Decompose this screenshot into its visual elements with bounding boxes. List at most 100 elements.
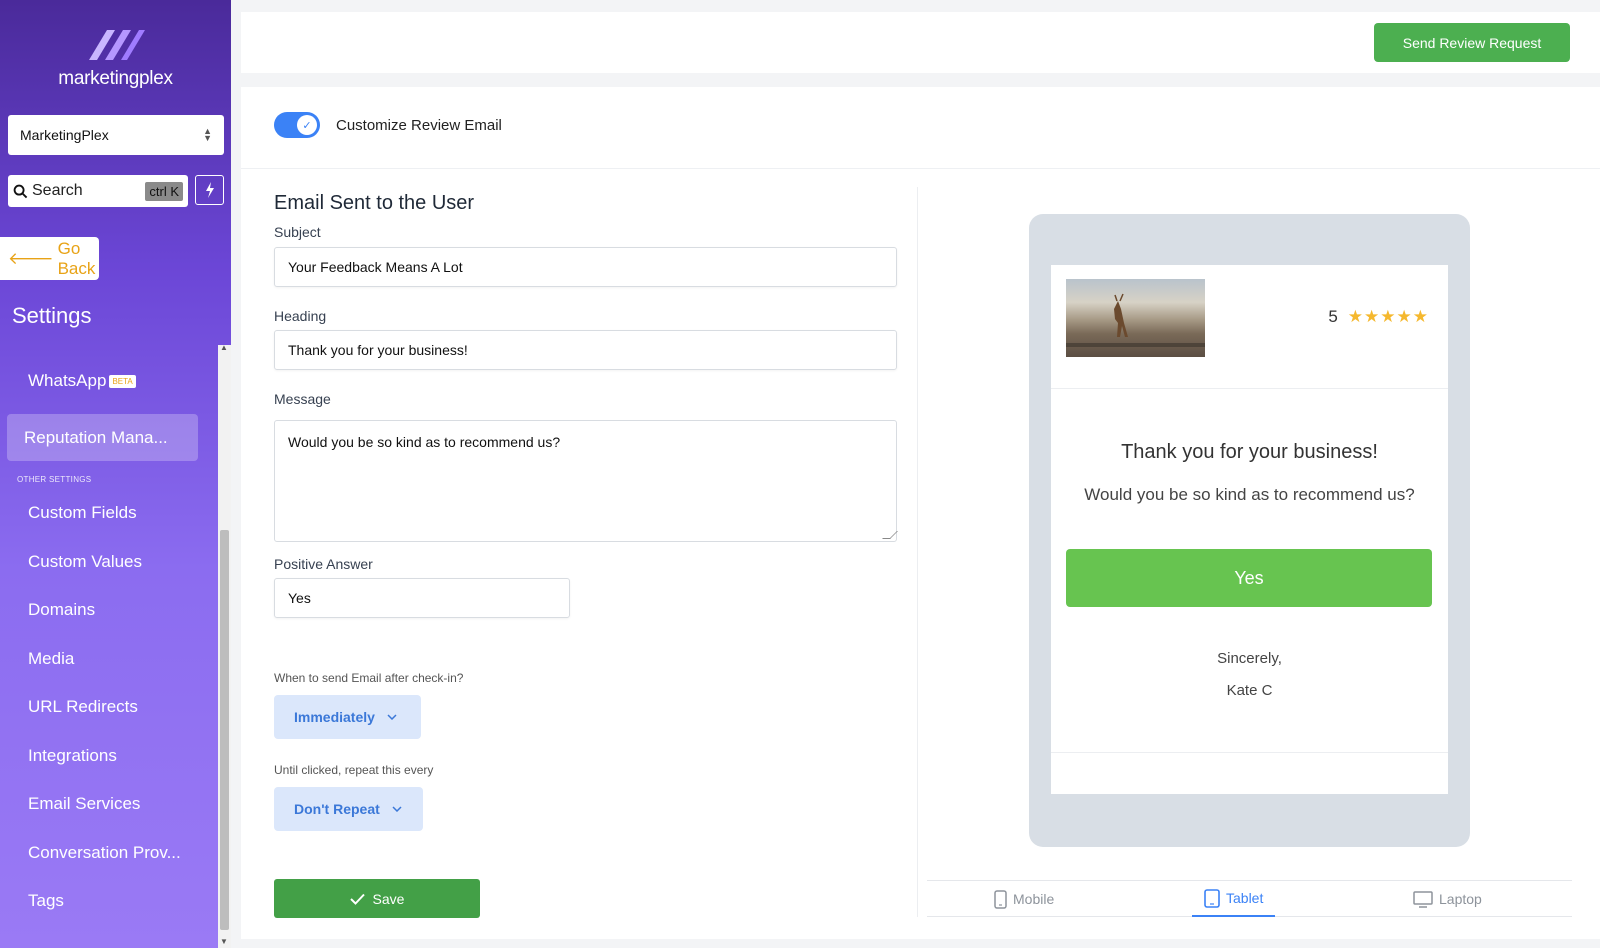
sidebar-item-custom-values[interactable]: Custom Values bbox=[28, 552, 142, 572]
settings-title: Settings bbox=[12, 303, 92, 328]
sidebar-item-whatsapp[interactable]: WhatsApp BETA bbox=[28, 371, 136, 391]
repeat-value: Don't Repeat bbox=[294, 801, 380, 817]
tab-mobile[interactable]: Mobile bbox=[994, 881, 1054, 917]
message-textarea[interactable]: Would you be so kind as to recommend us? bbox=[274, 420, 898, 542]
sidebar-item-label: Email Services bbox=[28, 794, 141, 813]
preview-message: Would you be so kind as to recommend us? bbox=[1084, 485, 1415, 504]
settings-nav: WhatsApp BETA Reputation Mana... OTHER SE… bbox=[0, 345, 218, 948]
select-arrows-icon: ▲ ▼ bbox=[203, 126, 212, 143]
tab-label: Mobile bbox=[1013, 891, 1055, 907]
other-settings-header: OTHER SETTINGS bbox=[17, 475, 92, 484]
check-icon: ✓ bbox=[297, 115, 317, 135]
email-preview: 5 ★★★★★ Thank you for your business! Wou… bbox=[1051, 265, 1448, 794]
sidebar-item-label: Reputation Mana... bbox=[24, 427, 168, 447]
star-icons: ★★★★★ bbox=[1347, 307, 1429, 326]
review-email-card: ✓ Customize Review Email Email Sent to t… bbox=[241, 87, 1600, 939]
sidebar-item-url-redirects[interactable]: URL Redirects bbox=[28, 697, 138, 717]
sidebar-item-integrations[interactable]: Integrations bbox=[28, 746, 117, 766]
when-value: Immediately bbox=[294, 709, 375, 725]
check-icon bbox=[349, 893, 365, 905]
go-back-label: Go Back bbox=[57, 238, 96, 278]
sidebar-item-label: WhatsApp bbox=[28, 371, 107, 390]
preview-sign-off: Sincerely, bbox=[1217, 650, 1282, 667]
sidebar-item-label: Custom Values bbox=[28, 552, 143, 571]
preview-divider bbox=[1051, 752, 1448, 753]
subject-input[interactable]: Your Feedback Means A Lot bbox=[274, 247, 897, 287]
customize-toggle[interactable]: ✓ bbox=[274, 112, 320, 138]
repeat-dropdown[interactable]: Don't Repeat bbox=[274, 787, 423, 831]
chevron-down-icon bbox=[392, 806, 402, 812]
when-label: When to send Email after check-in? bbox=[274, 671, 464, 685]
sidebar-item-label: Custom Fields bbox=[28, 503, 137, 522]
tablet-icon bbox=[1204, 888, 1220, 908]
preview-divider bbox=[1051, 388, 1448, 389]
quick-action-button[interactable] bbox=[195, 175, 224, 205]
resize-grip-icon[interactable] bbox=[882, 531, 898, 539]
when-dropdown[interactable]: Immediately bbox=[274, 695, 421, 739]
sidebar-item-custom-fields[interactable]: Custom Fields bbox=[28, 503, 137, 523]
location-select[interactable]: MarketingPlex ▲ ▼ bbox=[8, 115, 224, 155]
tab-laptop[interactable]: Laptop bbox=[1413, 881, 1482, 917]
device-tabs: Mobile Tablet Laptop bbox=[927, 880, 1572, 917]
logo-mark-icon bbox=[88, 30, 145, 60]
business-photo bbox=[1066, 279, 1205, 357]
section-title: Email Sent to the User bbox=[274, 192, 475, 214]
panel-divider bbox=[917, 187, 918, 917]
tab-label: Tablet bbox=[1226, 890, 1264, 906]
positive-answer-value: Yes bbox=[288, 590, 311, 606]
lightning-icon bbox=[205, 182, 214, 198]
sidebar-scrollbar[interactable]: ▲ ▼ bbox=[218, 343, 231, 948]
positive-answer-label: Positive Answer bbox=[274, 556, 373, 572]
positive-answer-input[interactable]: Yes bbox=[274, 578, 570, 618]
message-label: Message bbox=[274, 391, 331, 407]
sidebar-item-tags[interactable]: Tags bbox=[28, 891, 64, 911]
sidebar-item-email-services[interactable]: Email Services bbox=[28, 794, 140, 814]
scroll-down-icon[interactable]: ▼ bbox=[220, 937, 228, 946]
mobile-icon bbox=[994, 889, 1007, 909]
rating-display: 5 ★★★★★ bbox=[1328, 307, 1429, 327]
brand-name: marketingplex bbox=[58, 68, 173, 89]
sidebar-item-reputation-management[interactable]: Reputation Mana... bbox=[7, 414, 198, 461]
save-button[interactable]: Save bbox=[274, 879, 480, 918]
scroll-thumb[interactable] bbox=[220, 530, 229, 930]
brand-logo[interactable]: marketingplex bbox=[0, 22, 231, 90]
sidebar-item-label: Tags bbox=[28, 891, 64, 910]
tab-tablet[interactable]: Tablet bbox=[1192, 881, 1276, 917]
search-icon bbox=[13, 184, 28, 198]
sidebar-item-label: URL Redirects bbox=[28, 697, 138, 716]
sidebar: marketingplex MarketingPlex ▲ ▼ Search ct… bbox=[0, 0, 231, 948]
message-value: Would you be so kind as to recommend us? bbox=[288, 434, 561, 450]
heading-input[interactable]: Thank you for your business! bbox=[274, 330, 897, 370]
laptop-icon bbox=[1413, 890, 1433, 908]
arrow-left-icon: 🡐 bbox=[8, 248, 54, 268]
customize-row: ✓ Customize Review Email bbox=[241, 87, 1600, 169]
sidebar-item-domains[interactable]: Domains bbox=[28, 600, 95, 620]
search-shortcut: ctrl K bbox=[145, 181, 183, 201]
sidebar-item-label: Conversation Prov... bbox=[28, 843, 181, 862]
beta-badge: BETA bbox=[109, 375, 136, 389]
send-review-request-button[interactable]: Send Review Request bbox=[1374, 23, 1570, 62]
heading-label: Heading bbox=[274, 308, 327, 324]
sidebar-item-media[interactable]: Media bbox=[28, 649, 74, 669]
preview-yes-button[interactable]: Yes bbox=[1066, 549, 1432, 607]
tab-label: Laptop bbox=[1439, 891, 1482, 907]
top-bar: Send Review Request bbox=[241, 12, 1600, 73]
road bbox=[1066, 343, 1205, 347]
preview-signer: Kate C bbox=[1226, 682, 1273, 699]
sidebar-item-conversation-providers[interactable]: Conversation Prov... bbox=[28, 843, 181, 863]
go-back-button[interactable]: 🡐 Go Back bbox=[0, 237, 99, 280]
rating-value: 5 bbox=[1328, 307, 1338, 326]
heading-value: Thank you for your business! bbox=[288, 342, 468, 358]
repeat-label: Until clicked, repeat this every bbox=[274, 763, 434, 777]
subject-value: Your Feedback Means A Lot bbox=[288, 259, 463, 275]
search-input[interactable]: Search ctrl K bbox=[8, 175, 188, 207]
customize-label: Customize Review Email bbox=[336, 117, 502, 134]
subject-label: Subject bbox=[274, 224, 321, 240]
tablet-preview: 5 ★★★★★ Thank you for your business! Wou… bbox=[1029, 214, 1470, 847]
chevron-down-icon bbox=[387, 714, 397, 720]
save-label: Save bbox=[372, 890, 405, 907]
sidebar-item-label: Domains bbox=[28, 600, 96, 619]
scroll-up-icon[interactable]: ▲ bbox=[220, 343, 228, 352]
location-value: MarketingPlex bbox=[20, 127, 109, 143]
preview-heading: Thank you for your business! bbox=[1121, 441, 1378, 463]
